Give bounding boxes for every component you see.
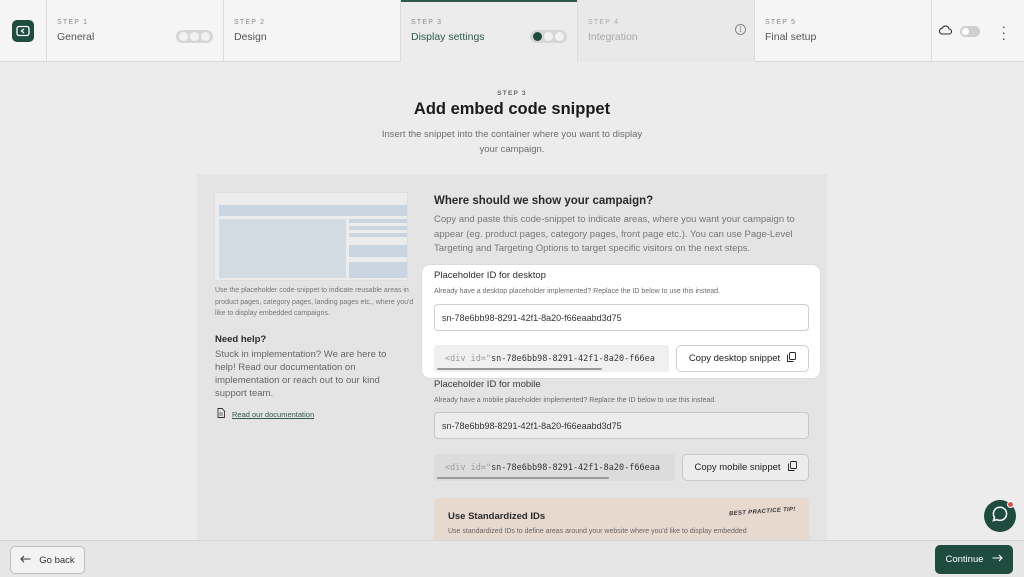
- toolbar-tools: · · ·: [931, 0, 1024, 62]
- cloud-icon: [939, 22, 953, 40]
- layout-preview-image: [214, 192, 408, 281]
- step-progress-dots: [176, 30, 213, 43]
- tip-badge: BEST PRACTICE TIP!: [729, 506, 797, 518]
- section-description: Copy and paste this code-snippet to indi…: [434, 214, 795, 254]
- arrow-left-icon: [20, 555, 31, 566]
- help-title: Need help?: [215, 334, 267, 345]
- step-display-settings[interactable]: STEP 3 Display settings: [401, 0, 578, 62]
- step-integration[interactable]: STEP 4 Integration i: [578, 0, 755, 62]
- snippet-scrollbar[interactable]: [437, 368, 602, 370]
- section-title: Where should we show your campaign?: [434, 195, 654, 207]
- step-final-setup[interactable]: STEP 5 Final setup: [755, 0, 932, 62]
- mobile-placeholder-id-input[interactable]: sn-78e6bb98-8291-42f1-8a20-f66eaabd3d75: [434, 412, 809, 439]
- snippet-scrollbar[interactable]: [437, 477, 609, 479]
- help-text: Stuck in implementation? We are here to …: [215, 349, 387, 399]
- snippet-tag: <div id=": [445, 353, 492, 364]
- go-back-label: Go back: [39, 554, 75, 566]
- step-number: STEP 5: [765, 19, 797, 26]
- copy-desktop-snippet-button[interactable]: Copy desktop snippet: [676, 345, 809, 372]
- logo-cell[interactable]: [0, 0, 47, 62]
- snippet-id: sn-78e6bb98-8291-42f1-8a20-f66eaa: [491, 462, 660, 473]
- app-logo-icon: [12, 20, 34, 42]
- footer-bar: Go back Continue: [0, 540, 1024, 577]
- snippet-tag: <div id=": [445, 462, 492, 473]
- mobile-placeholder-hint: Already have a mobile placeholder implem…: [434, 397, 717, 404]
- desktop-placeholder-label: Placeholder ID for desktop: [434, 270, 546, 281]
- step-general[interactable]: STEP 1 General: [47, 0, 224, 62]
- step-name: Integration: [588, 31, 638, 43]
- best-practice-tip: Use Standardized IDs BEST PRACTICE TIP! …: [434, 498, 809, 543]
- desktop-snippet-code[interactable]: <div id=" sn-78e6bb98-8291-42f1-8a20-f66e…: [434, 345, 669, 372]
- copy-icon: [787, 461, 797, 474]
- continue-label: Continue: [945, 554, 984, 565]
- chat-bubble-icon: [991, 505, 1009, 528]
- tip-text: Use standardized IDs to define areas aro…: [448, 528, 747, 535]
- step-number: STEP 1: [57, 19, 89, 26]
- copy-icon: [787, 352, 797, 365]
- more-options-icon[interactable]: · · ·: [1002, 20, 1006, 45]
- documentation-link-label: Read our documentation: [232, 409, 315, 419]
- notification-dot: [1007, 501, 1014, 508]
- copy-mobile-label: Copy mobile snippet: [694, 462, 781, 473]
- continue-button[interactable]: Continue: [935, 545, 1013, 574]
- step-design[interactable]: STEP 2 Design: [224, 0, 401, 62]
- mobile-snippet-code[interactable]: <div id=" sn-78e6bb98-8291-42f1-8a20-f66e…: [434, 454, 675, 481]
- info-icon[interactable]: i: [735, 24, 746, 35]
- step-number: STEP 3: [411, 19, 443, 26]
- page-subtitle: Insert the snippet into the container wh…: [381, 129, 643, 155]
- step-name: Final setup: [765, 31, 817, 43]
- mobile-placeholder-label: Placeholder ID for mobile: [434, 379, 541, 390]
- step-name: Design: [234, 31, 267, 43]
- step-number: STEP 4: [588, 19, 620, 26]
- documentation-link[interactable]: Read our documentation: [217, 405, 314, 423]
- stepper-bar: STEP 1 General STEP 2 Design STEP 3 Disp…: [0, 0, 1024, 62]
- desktop-placeholder-hint: Already have a desktop placeholder imple…: [434, 288, 721, 295]
- page-title: Add embed code snippet: [413, 100, 611, 118]
- tip-title: Use Standardized IDs: [448, 511, 546, 522]
- sync-toggle[interactable]: [960, 25, 980, 37]
- copy-desktop-label: Copy desktop snippet: [688, 353, 781, 364]
- snippet-id: sn-78e6bb98-8291-42f1-8a20-f66ea: [491, 353, 655, 364]
- step-kicker: STEP 3: [497, 90, 527, 97]
- document-icon: [217, 405, 225, 423]
- step-progress-dots: [530, 30, 567, 43]
- step-number: STEP 2: [234, 19, 266, 26]
- copy-mobile-snippet-button[interactable]: Copy mobile snippet: [682, 454, 809, 481]
- arrow-right-icon: [992, 554, 1003, 565]
- preview-caption: Use the placeholder code-snippet to indi…: [215, 287, 414, 317]
- go-back-button[interactable]: Go back: [10, 546, 85, 574]
- desktop-placeholder-id-input[interactable]: sn-78e6bb98-8291-42f1-8a20-f66eaabd3d75: [434, 304, 809, 331]
